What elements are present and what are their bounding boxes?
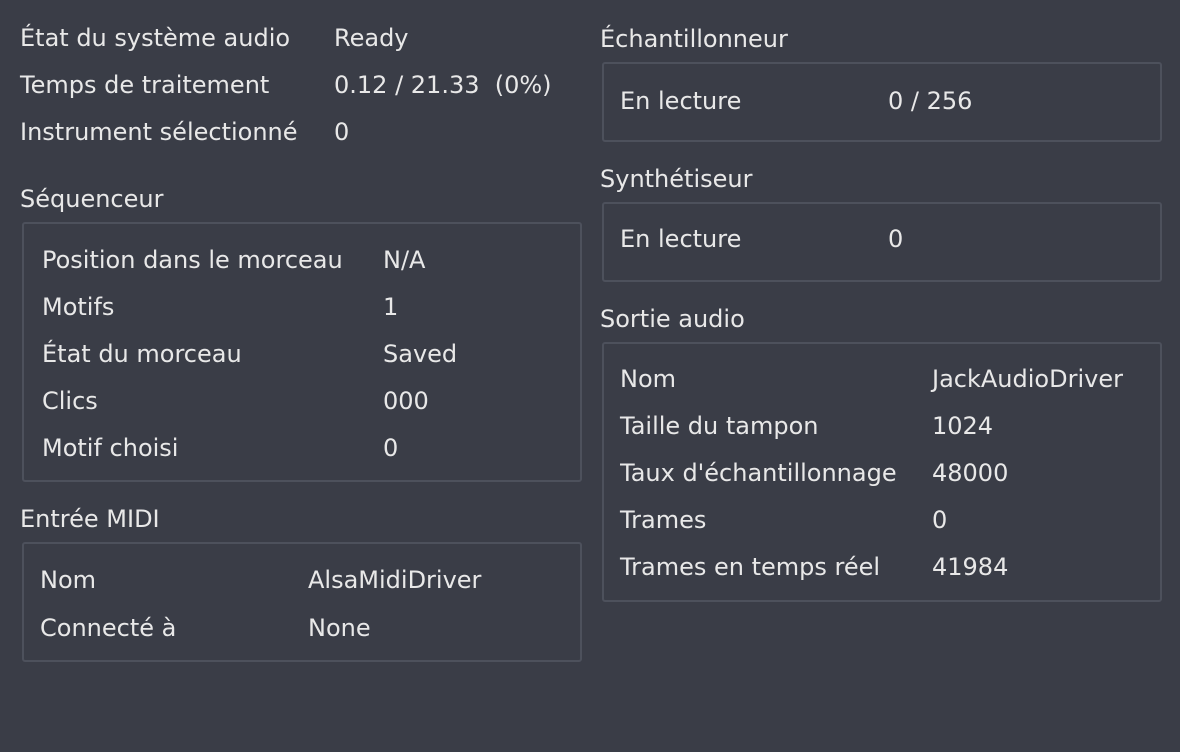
sequencer-label-song-position: Position dans le morceau [42, 246, 343, 274]
audio-state-value: Ready [334, 24, 409, 52]
output-value-sample-rate: 48000 [932, 459, 1009, 487]
sequencer-value-ticks: 000 [383, 387, 429, 415]
audio-engine-info-panel: { "summary": { "audio_state_label": "Éta… [0, 0, 1180, 752]
selected-instrument-label: Instrument sélectionné [20, 118, 298, 146]
output-label-realtime-frames: Trames en temps réel [620, 553, 881, 581]
sequencer-title: Séquenceur [20, 185, 164, 213]
sampler-playing-label: En lecture [620, 87, 742, 115]
selected-instrument-value: 0 [334, 118, 350, 146]
output-label-name: Nom [620, 365, 677, 393]
sequencer-value-selected-pattern: 0 [383, 434, 399, 462]
midi-value-connected-to: None [308, 614, 371, 642]
sequencer-label-ticks: Clics [42, 387, 98, 415]
synthesizer-title: Synthétiseur [600, 165, 753, 193]
output-label-sample-rate: Taux d'échantillonnage [620, 459, 897, 487]
sampler-group: En lecture 0 / 256 [602, 62, 1162, 142]
audio-state-label: État du système audio [20, 24, 291, 52]
sequencer-value-song-position: N/A [383, 246, 426, 274]
synthesizer-playing-value: 0 [888, 225, 904, 253]
output-value-frames: 0 [932, 506, 948, 534]
sequencer-label-song-state: État du morceau [42, 340, 242, 368]
sequencer-label-selected-pattern: Motif choisi [42, 434, 179, 462]
processing-time-label: Temps de traitement [20, 71, 270, 99]
audio-output-title: Sortie audio [600, 305, 745, 333]
output-label-frames: Trames [620, 506, 707, 534]
output-value-realtime-frames: 41984 [932, 553, 1009, 581]
output-value-buffer-size: 1024 [932, 412, 994, 440]
sampler-title: Échantillonneur [600, 25, 788, 53]
processing-time-value: 0.12 / 21.33 (0%) [334, 71, 552, 99]
sequencer-value-patterns: 1 [383, 293, 399, 321]
midi-value-name: AlsaMidiDriver [308, 566, 482, 594]
sampler-playing-value: 0 / 256 [888, 87, 973, 115]
sequencer-label-patterns: Motifs [42, 293, 115, 321]
output-label-buffer-size: Taille du tampon [620, 412, 819, 440]
synthesizer-group: En lecture 0 [602, 202, 1162, 282]
sequencer-value-song-state: Saved [383, 340, 458, 368]
output-value-name: JackAudioDriver [932, 365, 1123, 393]
midi-input-group: Nom AlsaMidiDriver Connecté à None [22, 542, 582, 662]
synthesizer-playing-label: En lecture [620, 225, 742, 253]
midi-label-connected-to: Connecté à [40, 614, 177, 642]
midi-input-title: Entrée MIDI [20, 505, 160, 533]
sequencer-group: Position dans le morceau N/A Motifs 1 Ét… [22, 222, 582, 482]
midi-label-name: Nom [40, 566, 97, 594]
audio-output-group: Nom JackAudioDriver Taille du tampon 102… [602, 342, 1162, 602]
